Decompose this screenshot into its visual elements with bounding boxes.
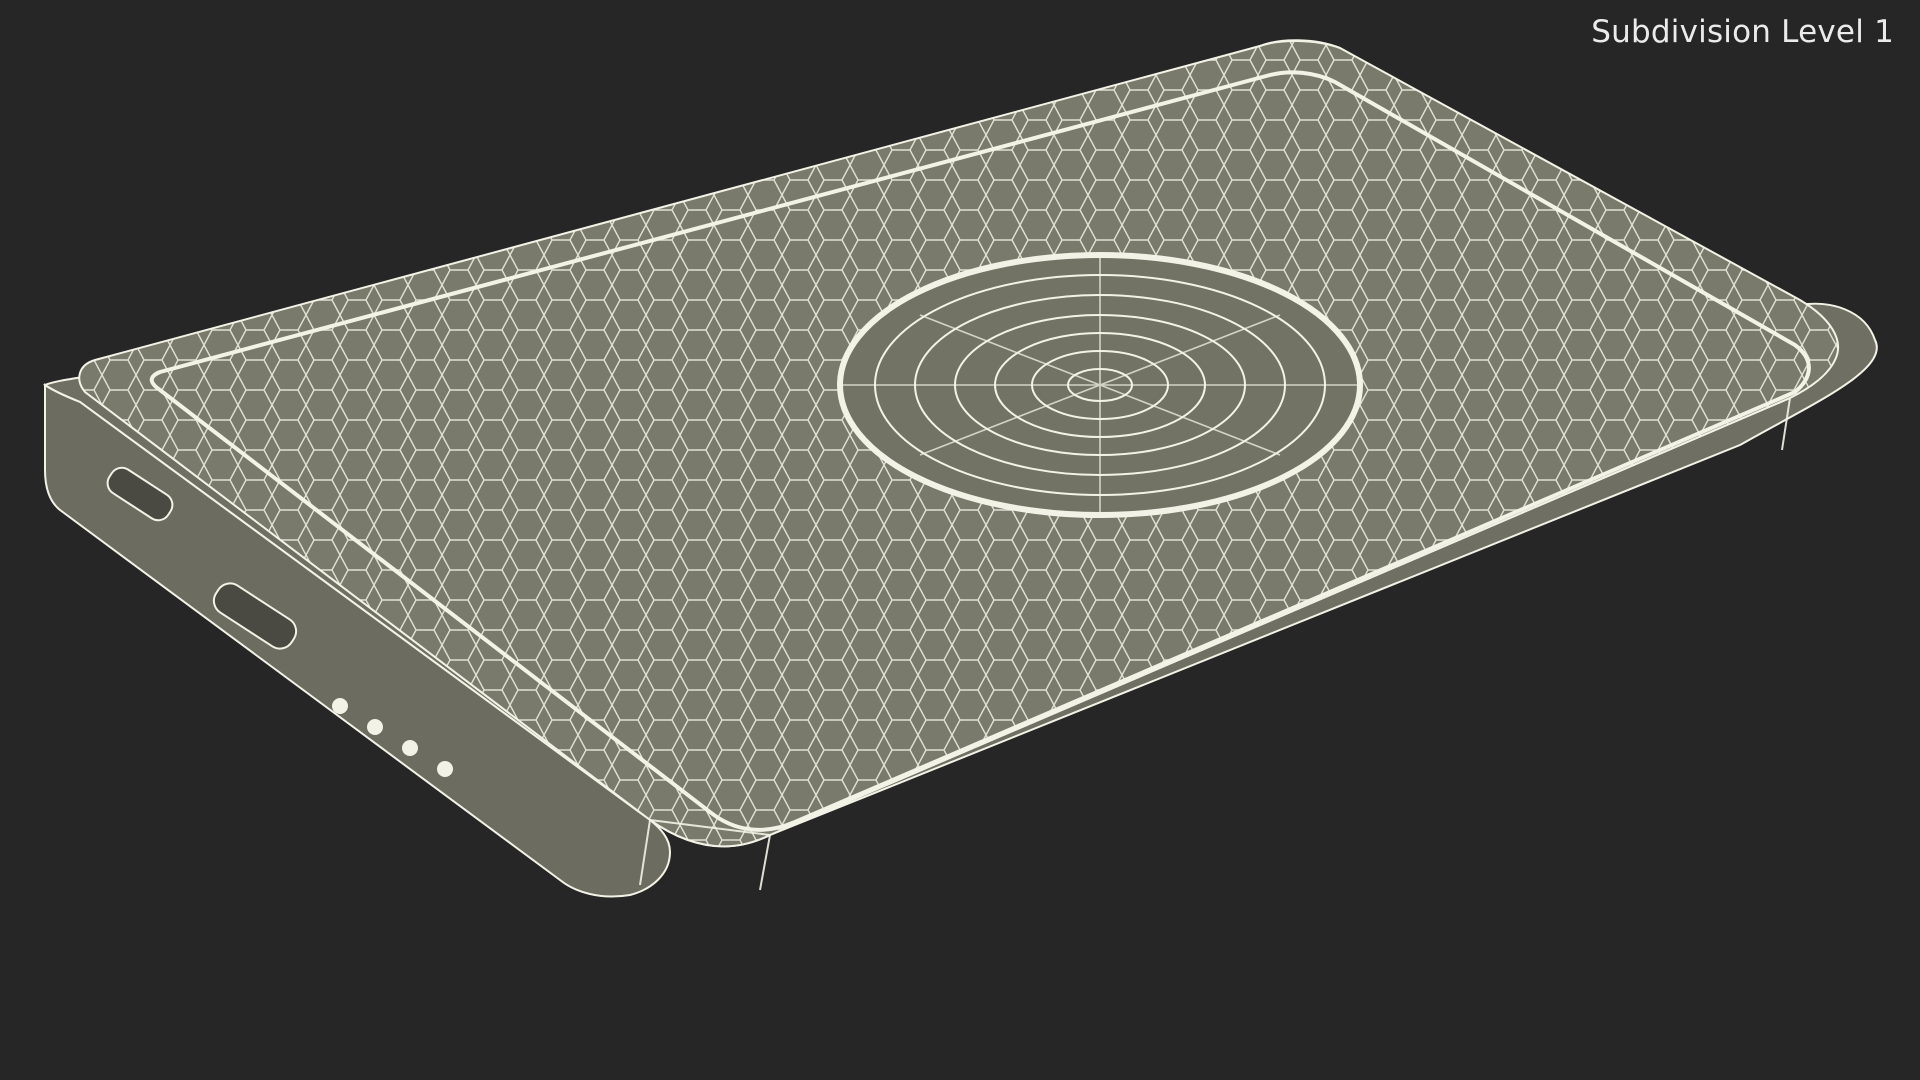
wireframe-render [42, 39, 1878, 898]
3d-viewport[interactable]: Subdivision Level 1 [0, 0, 1920, 1080]
wireless-charging-pad [837, 252, 1363, 518]
subdivision-level-label: Subdivision Level 1 [1591, 14, 1894, 50]
